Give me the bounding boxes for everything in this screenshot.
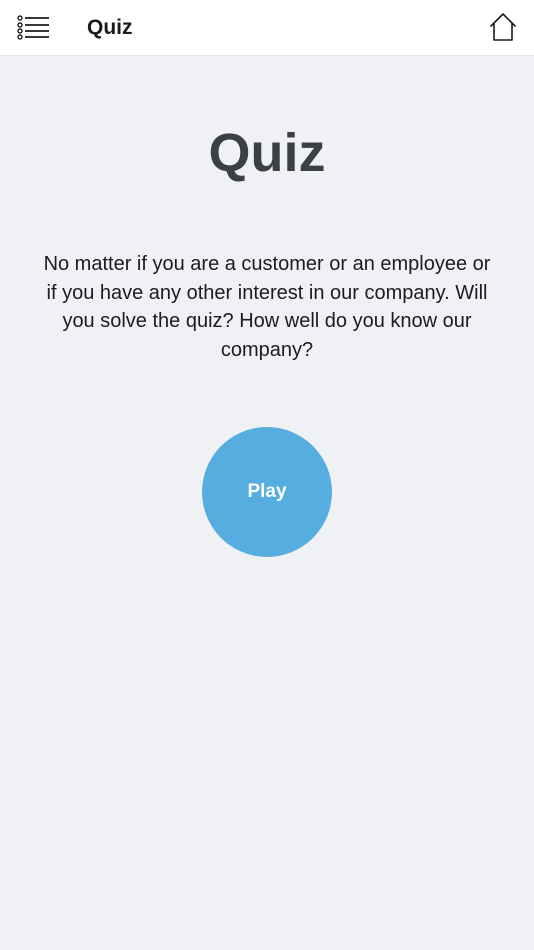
menu-button[interactable]: [16, 14, 52, 42]
quiz-heading: Quiz: [208, 123, 326, 183]
top-bar: Quiz: [0, 0, 534, 56]
quiz-description: No matter if you are a customer or an em…: [43, 253, 491, 361]
page-title: Quiz: [87, 16, 133, 39]
home-icon: [490, 13, 516, 41]
quiz-screen: Quiz Quiz No matter if you are a custome…: [0, 0, 534, 950]
menu-list-icon: [17, 15, 49, 40]
home-button[interactable]: [488, 12, 518, 42]
play-button[interactable]: Play: [202, 427, 332, 557]
